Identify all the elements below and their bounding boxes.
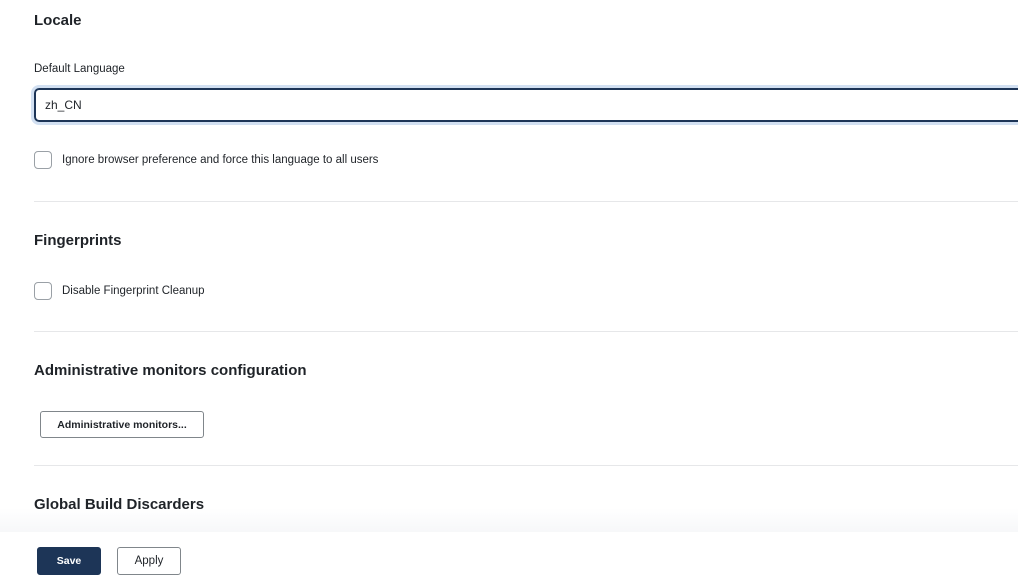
ignore-browser-preference-checkbox[interactable]	[34, 151, 52, 169]
configure-system-page: Locale Default Language Ignore browser p…	[0, 0, 1018, 582]
default-language-input[interactable]	[31, 85, 1018, 125]
locale-section-title: Locale	[34, 12, 82, 29]
bottom-bar-fade	[0, 508, 1018, 534]
ignore-browser-preference-label: Ignore browser preference and force this…	[62, 154, 379, 166]
fingerprints-section-title: Fingerprints	[34, 232, 122, 249]
disable-fingerprint-cleanup-label: Disable Fingerprint Cleanup	[62, 285, 205, 297]
apply-button[interactable]: Apply	[117, 547, 181, 575]
save-button[interactable]: Save	[37, 547, 101, 575]
ignore-browser-preference-checkbox-row[interactable]: Ignore browser preference and force this…	[34, 151, 378, 169]
admin-monitors-section-title: Administrative monitors configuration	[34, 362, 307, 379]
default-language-label: Default Language	[34, 63, 125, 75]
administrative-monitors-button[interactable]: Administrative monitors...	[40, 411, 204, 438]
disable-fingerprint-cleanup-checkbox-row[interactable]: Disable Fingerprint Cleanup	[34, 282, 205, 300]
section-divider	[34, 465, 1018, 466]
section-divider	[34, 331, 1018, 332]
bottom-action-bar: Save Apply	[0, 532, 1018, 582]
section-divider	[34, 201, 1018, 202]
disable-fingerprint-cleanup-checkbox[interactable]	[34, 282, 52, 300]
